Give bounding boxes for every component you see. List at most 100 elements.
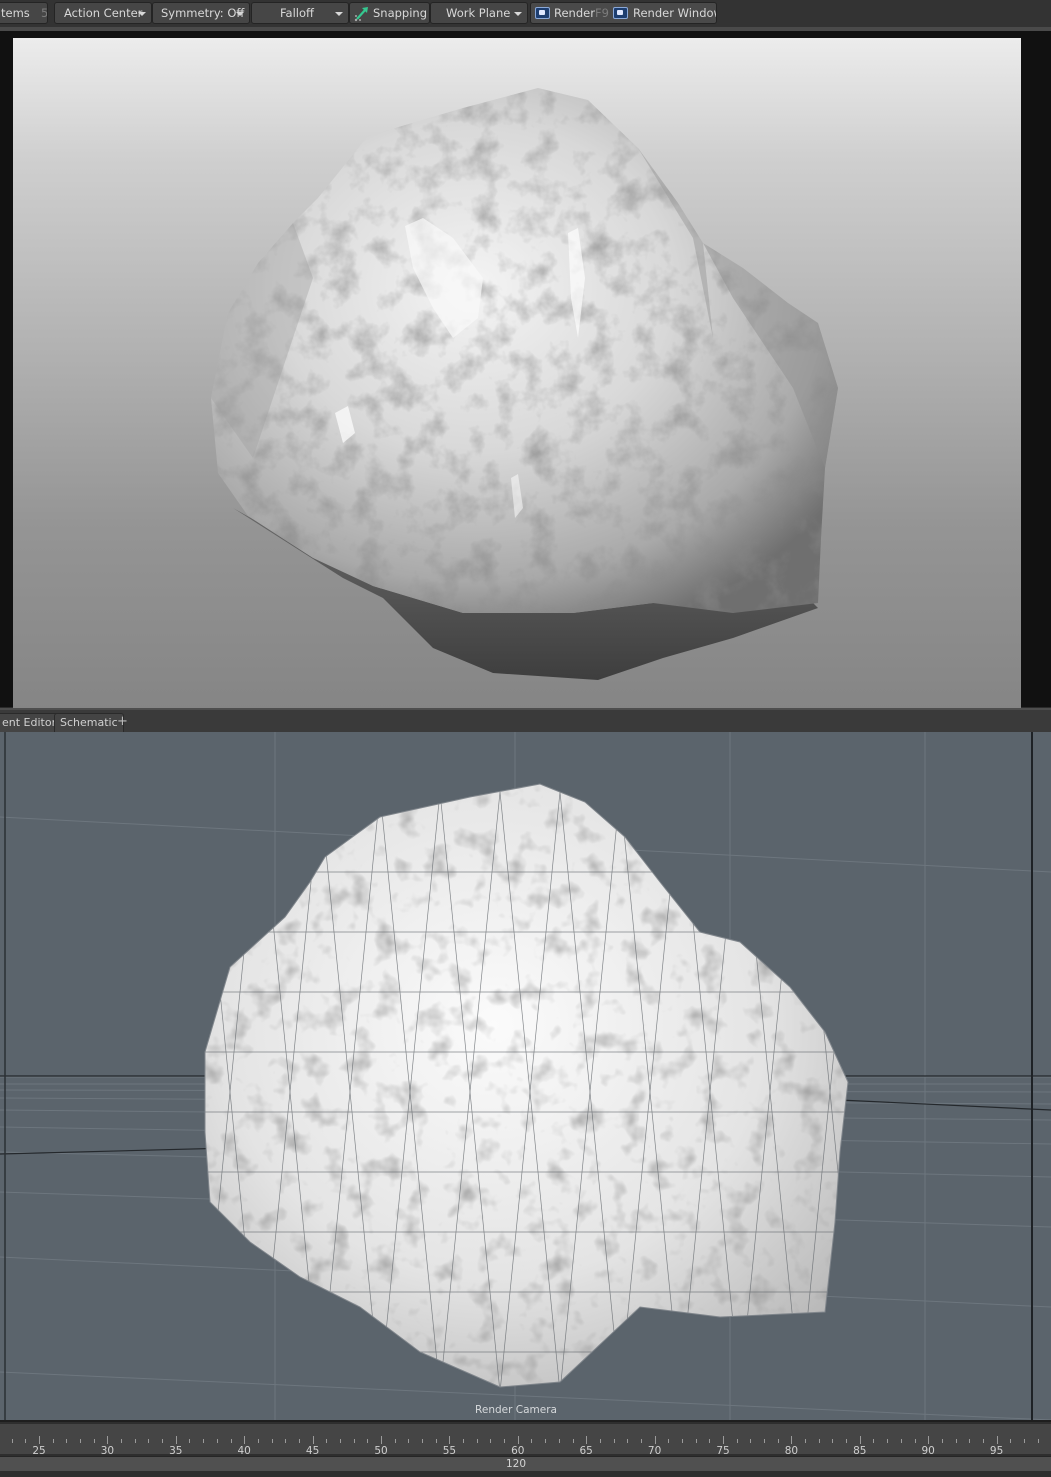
ruler-tick: [107, 1436, 109, 1444]
ruler-tick: [941, 1439, 943, 1443]
ruler-tick: [859, 1436, 861, 1444]
render-shortcut: F9: [595, 6, 609, 20]
ruler-tick: [531, 1439, 533, 1443]
ruler-tick: [25, 1439, 27, 1443]
ruler-tick: [52, 1439, 54, 1443]
3d-viewport[interactable]: Render Camera: [0, 732, 1051, 1420]
ruler-tick: [11, 1439, 13, 1443]
ruler-tick: [832, 1439, 834, 1443]
snapping-label: Snapping: [373, 6, 428, 20]
render-window-label: Render Window: [633, 6, 717, 20]
ruler-tick: [134, 1439, 136, 1443]
ruler-tick: [873, 1439, 875, 1443]
ruler-tick: [121, 1439, 123, 1443]
ruler-tick: [175, 1436, 177, 1444]
render-preview-canvas[interactable]: [13, 38, 1021, 710]
ruler-tick: [818, 1439, 820, 1443]
rock-render-image: [211, 88, 838, 680]
ruler-tick: [900, 1439, 902, 1443]
ruler-tick: [476, 1439, 478, 1443]
work-plane-dropdown[interactable]: Work Plane: [430, 2, 528, 24]
ruler-tick: [640, 1439, 642, 1443]
ruler-tick: [969, 1439, 971, 1443]
chevron-down-icon: [138, 12, 146, 16]
ruler-tick: [394, 1439, 396, 1443]
render-group: Render F9 Render Window: [530, 2, 717, 24]
render-label: Render: [554, 6, 595, 20]
ruler-tick: [285, 1439, 287, 1443]
ruler-tick: [189, 1439, 191, 1443]
ruler-tick: [408, 1439, 410, 1443]
ruler-tick: [750, 1439, 752, 1443]
symmetry-label: Symmetry: Off: [161, 6, 245, 20]
chevron-down-icon: [335, 12, 343, 16]
current-frame-value: 120: [505, 1458, 527, 1470]
ruler-tick: [805, 1439, 807, 1443]
items-button[interactable]: tems 5: [0, 2, 48, 24]
items-shortcut: 5: [41, 6, 48, 20]
ruler-tick: [695, 1439, 697, 1443]
ruler-tick: [1037, 1439, 1039, 1443]
render-button[interactable]: Render F9: [531, 3, 611, 23]
ruler-tick: [996, 1436, 998, 1444]
ruler-tick: [914, 1439, 916, 1443]
ruler-tick: [162, 1439, 164, 1443]
ruler-tick: [558, 1439, 560, 1443]
ruler-tick: [244, 1436, 246, 1444]
ruler-tick: [654, 1436, 656, 1444]
ruler-tick: [928, 1436, 930, 1444]
falloff-dropdown[interactable]: Falloff: [251, 2, 349, 24]
ruler-tick: [463, 1439, 465, 1443]
ruler-tick: [148, 1439, 150, 1443]
action-center-dropdown[interactable]: Action Center: [54, 2, 152, 24]
ruler-tick: [517, 1436, 519, 1444]
chevron-down-icon: [236, 12, 244, 16]
frame-range-bar[interactable]: 120: [0, 1456, 1051, 1471]
work-plane-label: Work Plane: [446, 6, 511, 20]
ruler-tick: [791, 1436, 793, 1444]
main-toolbar: tems 5 Action Center Symmetry: Off Fallo…: [0, 0, 1051, 27]
ruler-tick: [586, 1436, 588, 1444]
ruler-tick: [93, 1439, 95, 1443]
ruler-tick: [66, 1439, 68, 1443]
ruler-tick: [777, 1439, 779, 1443]
ruler-tick: [887, 1439, 889, 1443]
ruler-tick: [271, 1439, 273, 1443]
action-center-label: Action Center: [64, 6, 143, 20]
viewport-camera-label: Render Camera: [475, 1404, 557, 1416]
ruler-tick: [545, 1439, 547, 1443]
ruler-tick: [955, 1439, 957, 1443]
ruler-tick: [80, 1439, 82, 1443]
ruler-tick: [381, 1436, 382, 1444]
ruler-tick: [353, 1439, 355, 1443]
add-tab-button[interactable]: +: [117, 713, 128, 731]
ruler-tick: [39, 1436, 40, 1444]
ruler-tick: [1023, 1439, 1025, 1443]
ruler-tick: [668, 1439, 670, 1443]
ruler-tick: [681, 1439, 683, 1443]
ruler-tick: [599, 1439, 601, 1443]
ruler-tick: [216, 1439, 218, 1443]
chevron-down-icon: [514, 12, 522, 16]
ruler-tick: [312, 1436, 314, 1444]
ruler-tick: [257, 1439, 259, 1443]
falloff-label: Falloff: [280, 6, 314, 20]
ruler-tick: [490, 1439, 492, 1443]
snapping-icon: [354, 7, 368, 22]
ruler-tick: [627, 1439, 629, 1443]
snapping-button[interactable]: Snapping: [349, 2, 430, 24]
ruler-tick: [298, 1439, 300, 1443]
ruler-tick: [435, 1439, 437, 1443]
render-preview-panel: [0, 27, 1051, 710]
ruler-tick: [367, 1439, 369, 1443]
ruler-tick: [709, 1439, 711, 1443]
timeline: 25 30 35 40 45 50 55 60 65 70 75 80 85 90 95 120: [0, 1420, 1051, 1477]
tab-schematic[interactable]: Schematic: [54, 713, 124, 732]
timeline-ruler[interactable]: 25 30 35 40 45 50 55 60 65 70 75 80 85 90 95: [0, 1424, 1051, 1457]
render-icon: [535, 7, 550, 19]
ruler-tick: [982, 1439, 984, 1443]
symmetry-dropdown[interactable]: Symmetry: Off: [152, 2, 250, 24]
tab-editor[interactable]: ent Editor: [0, 713, 63, 732]
render-window-button[interactable]: Render Window: [611, 3, 717, 23]
ruler-tick: [203, 1439, 205, 1443]
